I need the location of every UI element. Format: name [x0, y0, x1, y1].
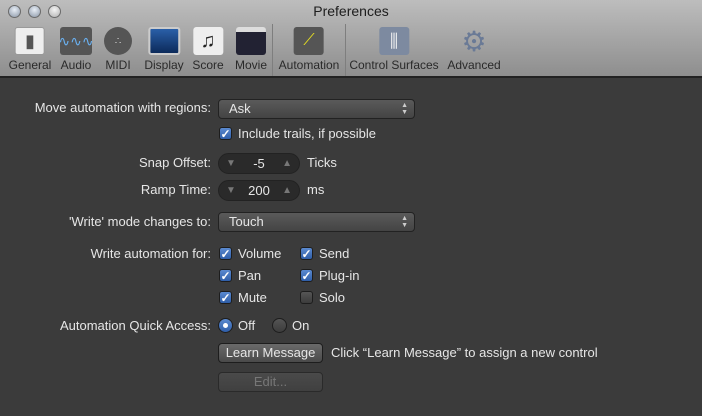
popup-value: Touch	[229, 214, 264, 229]
popup-value: Ask	[229, 101, 251, 116]
tab-label: Control Surfaces	[349, 58, 439, 72]
stepper-value: -5	[253, 156, 265, 171]
tab-label: Advanced	[447, 58, 501, 72]
display-monitor-icon	[147, 27, 180, 55]
general-switch-icon: ▮	[14, 27, 45, 55]
pan-checkbox[interactable]: ✓	[219, 269, 232, 283]
tab-label: Automation	[278, 58, 340, 72]
ramp-time-stepper[interactable]: ▼ 200 ▲	[218, 180, 300, 201]
increment-icon[interactable]: ▲	[282, 181, 292, 200]
write-mode-label: 'Write' mode changes to:	[68, 214, 211, 229]
move-automation-label: Move automation with regions:	[34, 100, 211, 115]
pan-label: Pan	[238, 268, 262, 283]
stepper-value: 200	[248, 183, 270, 198]
volume-checkbox[interactable]: ✓	[219, 247, 232, 261]
up-down-arrows-icon: ▲ ▼	[401, 102, 408, 116]
write-for-label: Write automation for:	[90, 246, 211, 261]
mute-label: Mute	[238, 290, 267, 305]
toolbar-separator	[345, 24, 346, 76]
move-automation-popup[interactable]: Ask ▲ ▼	[218, 99, 415, 119]
tab-advanced[interactable]: ⚙ Advanced	[447, 25, 501, 75]
control-surfaces-faders-icon: ⫼	[379, 27, 409, 55]
tab-audio[interactable]: ∿∿∿ Audio	[58, 27, 94, 75]
tab-label: MIDI	[105, 58, 131, 72]
snap-offset-unit: Ticks	[307, 155, 337, 170]
tab-label: Score	[192, 58, 224, 72]
ramp-time-unit: ms	[307, 182, 325, 197]
edit-button[interactable]: Edit...	[218, 372, 323, 392]
include-trails-checkbox[interactable]: ✓	[219, 127, 232, 141]
mute-checkbox[interactable]: ✓	[219, 291, 232, 305]
tab-label: General	[8, 58, 52, 72]
quick-access-off-radio[interactable]	[218, 318, 233, 333]
window-title: Preferences	[313, 3, 389, 19]
learn-message-hint: Click “Learn Message” to assign a new co…	[331, 345, 598, 360]
tab-midi[interactable]: ∴ MIDI	[104, 27, 132, 75]
decrement-icon[interactable]: ▼	[226, 154, 236, 173]
include-trails-label: Include trails, if possible	[238, 126, 377, 141]
tab-label: Audio	[60, 58, 92, 72]
tab-score[interactable]: ♫ Score	[192, 27, 224, 75]
movie-clapper-icon	[235, 27, 266, 55]
midi-connector-icon: ∴	[104, 27, 132, 55]
volume-label: Volume	[238, 246, 282, 261]
solo-label: Solo	[319, 290, 346, 305]
score-notes-icon: ♫	[192, 27, 223, 55]
send-label: Send	[319, 246, 350, 261]
solo-checkbox[interactable]	[300, 291, 313, 304]
ramp-time-label: Ramp Time:	[140, 182, 211, 197]
tab-label: Display	[144, 58, 184, 72]
tab-automation[interactable]: ⟋ Automation	[278, 27, 340, 75]
learn-message-button[interactable]: Learn Message	[218, 343, 323, 363]
write-mode-popup[interactable]: Touch ▲ ▼	[218, 212, 415, 232]
quick-access-on-radio[interactable]	[272, 318, 287, 333]
advanced-gear-icon: ⚙	[461, 25, 487, 57]
up-down-arrows-icon: ▲ ▼	[401, 215, 408, 229]
automation-curve-icon: ⟋	[293, 27, 324, 55]
tab-general[interactable]: ▮ General	[8, 27, 52, 75]
plugin-label: Plug-in	[319, 268, 360, 283]
audio-waveform-icon: ∿∿∿	[58, 27, 94, 55]
quick-access-off-label: Off	[238, 318, 256, 333]
send-checkbox[interactable]: ✓	[300, 247, 313, 261]
increment-icon[interactable]: ▲	[282, 154, 292, 173]
quick-access-on-label: On	[292, 318, 310, 333]
snap-offset-label: Snap Offset:	[138, 155, 211, 170]
tab-label: Movie	[234, 58, 268, 72]
decrement-icon[interactable]: ▼	[226, 181, 236, 200]
tab-movie[interactable]: Movie	[235, 27, 267, 75]
snap-offset-stepper[interactable]: ▼ -5 ▲	[218, 153, 300, 174]
toolbar-separator	[272, 24, 273, 76]
quick-access-label: Automation Quick Access:	[59, 318, 211, 333]
plugin-checkbox[interactable]: ✓	[300, 269, 313, 283]
tab-control-surfaces[interactable]: ⫼ Control Surfaces	[349, 27, 439, 75]
tab-display[interactable]: Display	[144, 27, 184, 75]
